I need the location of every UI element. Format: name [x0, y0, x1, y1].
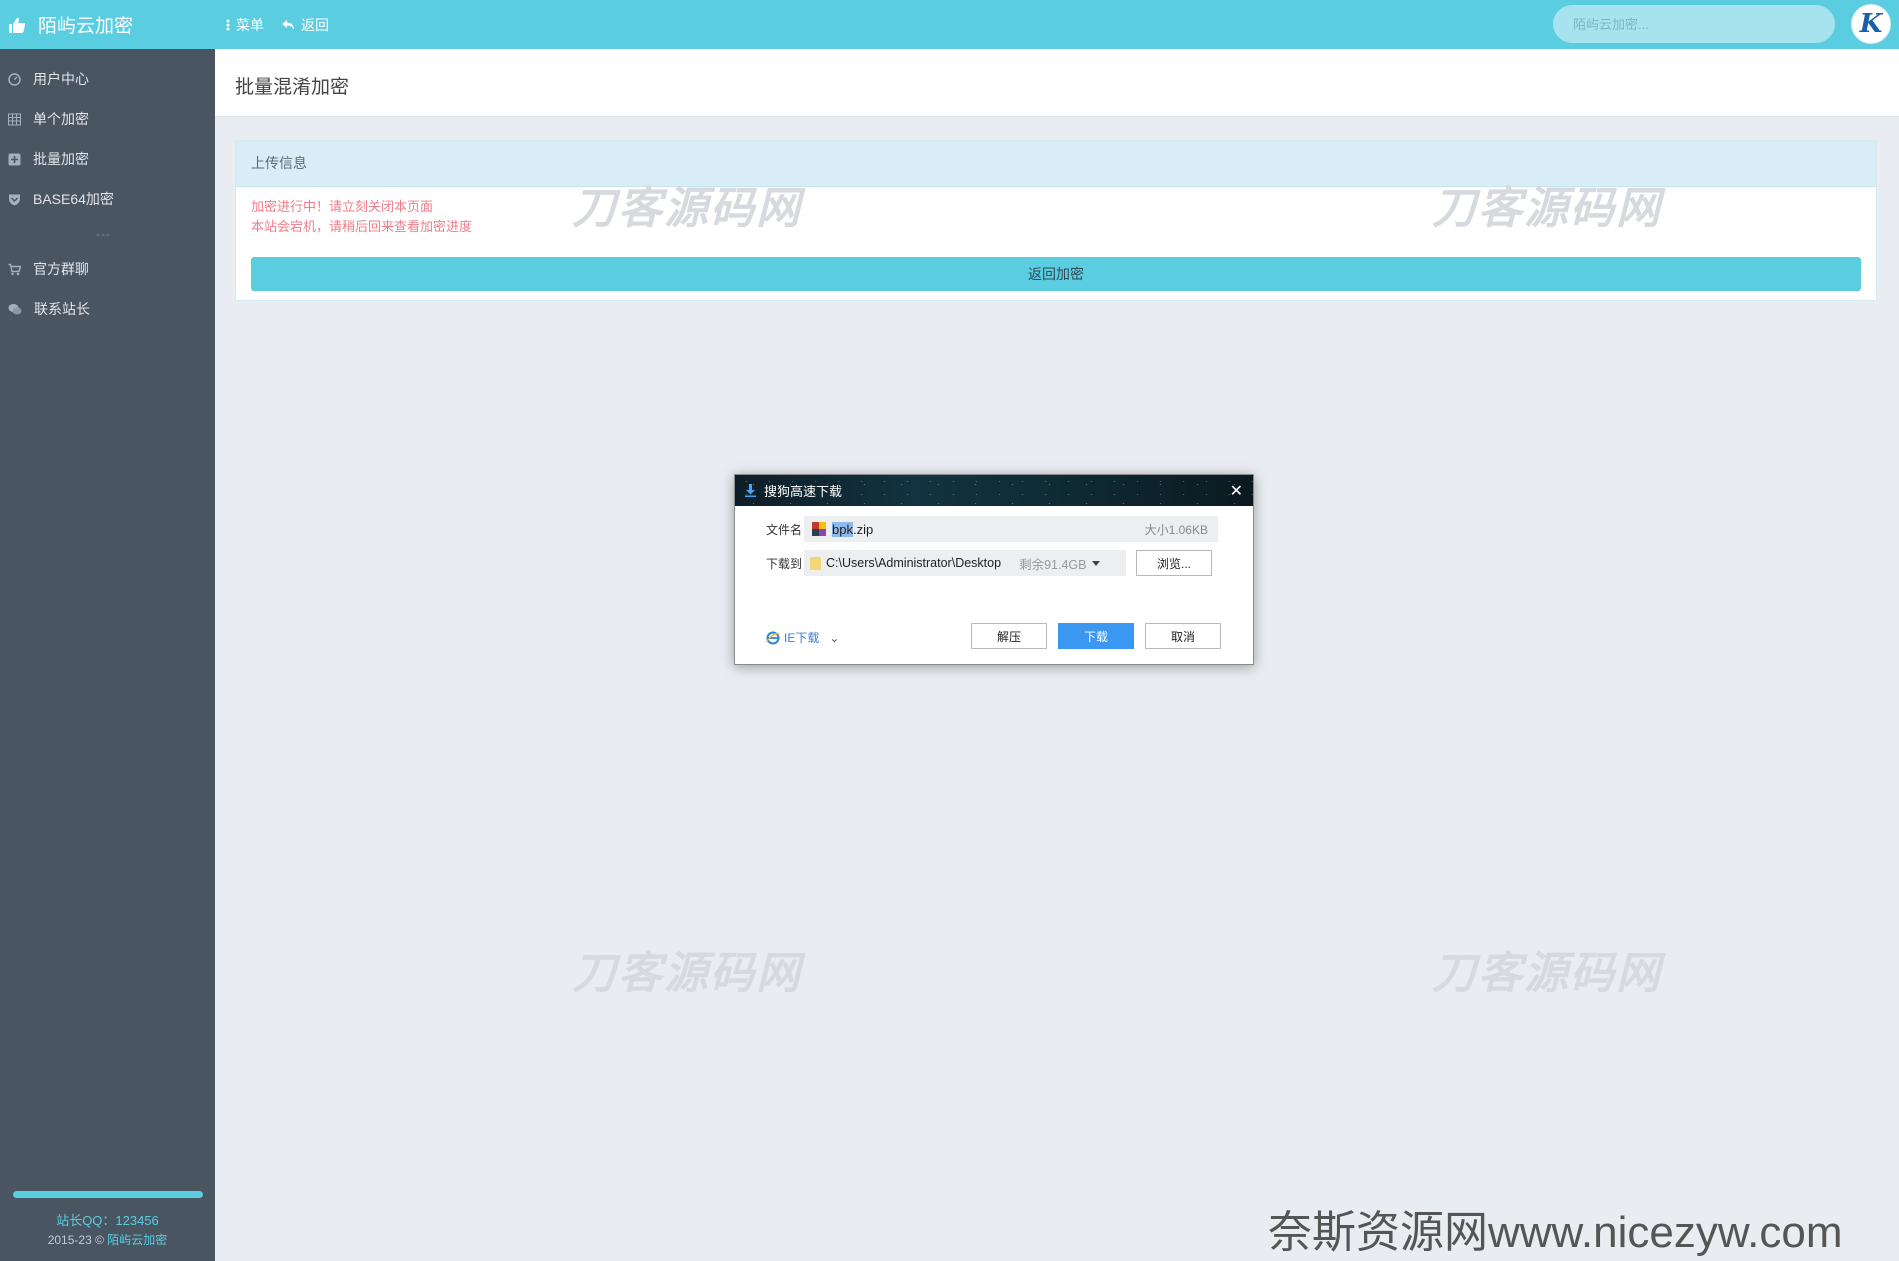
back-label: 返回: [301, 16, 329, 33]
file-size: 大小1.06KB: [1144, 522, 1208, 537]
chevron-down-icon: ⌄: [829, 630, 840, 645]
sidebar-item-group-chat[interactable]: 官方群聊: [0, 249, 215, 289]
watermark: 刀客源码网: [1432, 948, 1662, 999]
save-to-label: 下载到: [766, 556, 803, 571]
unzip-button[interactable]: 解压: [971, 623, 1047, 649]
brand-name: 陌屿云加密: [38, 16, 134, 37]
browse-button[interactable]: 浏览...: [1136, 550, 1212, 576]
sidebar-item-label: BASE64加密: [33, 191, 114, 207]
ie-icon: [766, 631, 780, 644]
remaining-space: 剩余91.4GB: [1019, 557, 1087, 572]
sidebar-item-user-center[interactable]: 用户中心: [0, 59, 215, 99]
sidebar-item-batch-encrypt[interactable]: 批量加密: [0, 139, 215, 179]
save-to-row: 下载到 C:\Users\Administrator\Desktop 剩余91.…: [766, 550, 1212, 576]
filename-selection: bpk: [832, 521, 853, 537]
plus-square-icon: [8, 153, 21, 165]
archive-file-icon: [812, 522, 826, 536]
menu-toggle-button[interactable]: 菜单: [226, 15, 264, 35]
sidebar-item-contact[interactable]: 联系站长: [0, 289, 215, 329]
admin-qq: 站长QQ：123456: [56, 1213, 159, 1228]
dialog-title-bar: 搜狗高速下载 ✕: [735, 475, 1253, 506]
corner-watermark: 奈斯资源网www.nicezyw.com: [1268, 1208, 1843, 1257]
top-bar: 陌屿云加密 菜单 返回 K: [0, 0, 1899, 49]
sidebar-footer: 站长QQ：123456 2015-23 © 陌屿云加密: [0, 1191, 215, 1261]
watermark: 刀客源码网: [572, 183, 802, 234]
download-dialog: 搜狗高速下载 ✕ 文件名 bpk .zip 大小1.06KB 下载到 C:\Use…: [734, 474, 1254, 665]
close-icon[interactable]: ✕: [1230, 481, 1243, 501]
top-nav: 菜单 返回: [226, 0, 347, 49]
watermark: 刀客源码网: [1432, 183, 1662, 234]
brand[interactable]: 陌屿云加密: [0, 0, 215, 49]
sidebar-accent-bar: [12, 1191, 203, 1198]
grid-icon: [8, 113, 21, 125]
sidebar-item-label: 官方群聊: [33, 261, 89, 277]
shield-icon: [9, 194, 20, 205]
avatar[interactable]: K: [1851, 4, 1891, 44]
copyright-link[interactable]: 陌屿云加密: [107, 1233, 167, 1247]
sidebar-separator: ---: [96, 227, 111, 241]
sidebar-item-label: 批量加密: [33, 151, 89, 167]
sidebar-menu: 用户中心 单个加密 批量加密 BASE64加密 --- 官方群聊 联系站长: [0, 49, 215, 329]
thumbs-up-icon: [9, 17, 26, 33]
sidebar: 用户中心 单个加密 批量加密 BASE64加密 --- 官方群聊 联系站长 站长…: [0, 49, 215, 1261]
sidebar-item-label: 联系站长: [34, 301, 90, 317]
folder-icon: [810, 556, 821, 570]
page-title: 批量混淆加密: [235, 77, 350, 98]
back-nav-button[interactable]: 返回: [282, 15, 329, 35]
filename-row: 文件名 bpk .zip 大小1.06KB: [766, 516, 1218, 542]
logo-k-icon: K: [1859, 9, 1883, 39]
filename-extension: .zip: [852, 521, 874, 537]
search-input[interactable]: [1553, 5, 1835, 43]
cart-icon: [8, 263, 21, 275]
filename-label: 文件名: [766, 522, 803, 537]
sidebar-item-label: 单个加密: [33, 111, 89, 127]
menu-label: 菜单: [236, 16, 264, 33]
chat-icon: [8, 303, 22, 314]
watermark: 刀客源码网: [572, 948, 802, 999]
cancel-button[interactable]: 取消: [1145, 623, 1221, 649]
download-button[interactable]: 下载: [1058, 623, 1134, 649]
filename-field[interactable]: bpk .zip 大小1.06KB: [804, 516, 1218, 542]
save-path: C:\Users\Administrator\Desktop: [826, 556, 1002, 570]
dashboard-icon: [8, 72, 21, 86]
download-arrow-icon: [745, 484, 756, 497]
sidebar-item-base64[interactable]: BASE64加密: [0, 179, 215, 219]
vertical-dots-icon: [226, 19, 230, 30]
page-header: 批量混淆加密: [215, 49, 1899, 117]
copyright-text: 2015-23 ©: [47, 1233, 104, 1247]
sidebar-item-label: 用户中心: [33, 71, 89, 87]
dropdown-arrow-icon: [1092, 560, 1101, 566]
ie-download-label: IE下载: [784, 631, 820, 645]
back-to-encrypt-button[interactable]: 返回加密: [251, 257, 1861, 291]
dialog-title: 搜狗高速下载: [764, 484, 843, 499]
save-path-dropdown[interactable]: C:\Users\Administrator\Desktop 剩余91.4GB: [804, 550, 1126, 576]
copyright: 2015-23 © 陌屿云加密: [0, 1230, 215, 1250]
sidebar-item-single-encrypt[interactable]: 单个加密: [0, 99, 215, 139]
reply-icon: [282, 19, 294, 30]
ie-download-link[interactable]: IE下载 ⌄: [766, 629, 839, 646]
